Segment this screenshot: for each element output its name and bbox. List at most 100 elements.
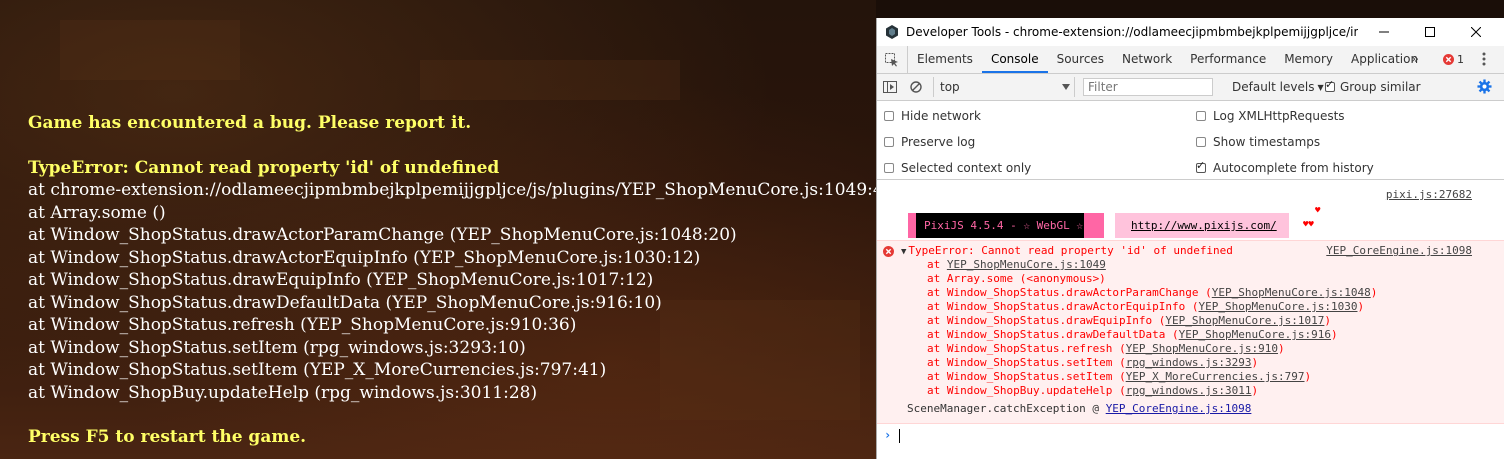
stack-line: at Window_ShopStatus.drawActorParamChang… [28,225,737,245]
more-options-icon[interactable] [1482,52,1486,66]
window-title: Developer Tools - chrome-extension://odl… [906,25,1358,39]
tab-network[interactable]: Network [1113,46,1181,73]
restart-hint: Press F5 to restart the game. [28,427,307,447]
stack-frame: at Window_ShopStatus.refresh (YEP_ShopMe… [927,342,1285,355]
background-texture [420,60,680,100]
clear-console-button[interactable] [903,74,929,100]
error-message-header[interactable]: ▼ TypeError: Cannot read property 'id' of… [901,244,1233,257]
pixi-badge-text: PixiJS 4.5.4 - ☆ WebGL ☆ [916,213,1084,238]
group-similar-toggle[interactable]: Group similar [1325,74,1421,100]
pixi-log-message: pixi.js:27682 PixiJS 4.5.4 - ☆ WebGL ☆ h… [877,180,1504,238]
stack-line: at Window_ShopStatus.drawDefaultData (YE… [28,292,662,313]
selected-context-label: Selected context only [901,161,1032,175]
stack-frame-link[interactable]: YEP_ShopMenuCore.js:1048 [1212,286,1371,299]
paren: ) [1278,342,1285,355]
expand-triangle-icon[interactable]: ▼ [901,247,906,257]
stack-frame: at Window_ShopStatus.drawEquipInfo (YEP_… [927,314,1331,327]
tab-performance[interactable]: Performance [1181,46,1275,73]
paren: ) [1331,328,1338,341]
stack-frame: at Window_ShopStatus.setItem (rpg_window… [927,356,1258,369]
filter-input[interactable] [1083,78,1213,96]
stack-line: at Window_ShopStatus.drawEquipInfo (YEP_… [28,270,654,290]
stack-frame-link[interactable]: YEP_ShopMenuCore.js:916 [1179,328,1331,341]
chevron-down-icon [1062,84,1070,90]
paren: ) [1251,356,1259,369]
catch-source-link[interactable]: YEP_CoreEngine.js:1098 [1106,402,1252,415]
stack-line: at Window_ShopStatus.refresh (YEP_ShopMe… [28,315,577,335]
show-timestamps-checkbox[interactable] [1196,137,1206,147]
context-selector[interactable]: top [933,77,1075,97]
pixi-source-link[interactable]: pixi.js:27682 [1386,188,1472,201]
stack-frame-function: at Window_ShopStatus.drawActorEquipInfo [927,300,1192,313]
tab-memory[interactable]: Memory [1275,46,1342,73]
stack-frame-function: at Window_ShopBuy.updateHelp [927,384,1120,397]
stack-frame-link[interactable]: YEP_ShopMenuCore.js:910 [1126,342,1278,355]
gear-icon[interactable] [1477,79,1492,94]
hide-network-checkbox[interactable] [884,111,894,121]
error-icon [1443,54,1454,65]
show-timestamps-option[interactable]: Show timestamps [1196,135,1320,149]
stack-frame-link[interactable]: rpg_windows.js:3011 [1126,384,1252,397]
catch-text: SceneManager.catchException @ [907,402,1106,415]
stack-frame-link[interactable]: YEP_ShopMenuCore.js:1049 [947,258,1106,271]
title-bar[interactable]: Developer Tools - chrome-extension://odl… [877,18,1504,46]
console-settings: Hide network Preserve log Selected conte… [877,101,1504,180]
inspect-element-button[interactable] [877,46,908,73]
tab-console[interactable]: Console [981,46,1048,73]
paren: ) [1251,384,1259,397]
hide-network-label: Hide network [901,109,981,123]
inspect-cursor-icon [885,52,898,66]
autocomplete-option[interactable]: Autocomplete from history [1196,159,1374,175]
console-prompt[interactable]: › [877,425,1504,447]
catch-exception-line: SceneManager.catchException @ YEP_CoreEn… [907,402,1251,415]
paren: ( [1119,342,1126,355]
tab-elements[interactable]: Elements [908,46,982,73]
selected-context-option[interactable]: Selected context only [884,161,1031,175]
stack-frame-link[interactable]: YEP_ShopMenuCore.js:1017 [1165,314,1324,327]
group-similar-label: Group similar [1340,80,1421,94]
preserve-log-checkbox[interactable] [884,137,894,147]
more-tabs-button[interactable]: » [1411,46,1419,73]
console-error-message[interactable]: ▼ TypeError: Cannot read property 'id' of… [877,240,1504,424]
prompt-chevron-icon: › [884,428,892,442]
error-header: Game has encountered a bug. Please repor… [28,113,472,133]
tab-sources[interactable]: Sources [1048,46,1113,73]
autocomplete-checkbox[interactable] [1196,159,1206,173]
stack-frame-link[interactable]: rpg_windows.js:3293 [1126,356,1252,369]
error-source-link[interactable]: YEP_CoreEngine.js:1098 [1326,244,1472,257]
stack-frame-function: at Window_ShopStatus.setItem [927,356,1120,369]
paren: ) [1304,370,1312,383]
stack-line: at Array.some () [28,202,166,223]
selected-context-checkbox[interactable] [884,163,894,173]
stack-frame: at Window_ShopStatus.drawActorParamChang… [927,286,1377,299]
stack-frame-function: at Window_ShopStatus.drawEquipInfo [927,314,1159,327]
paren: ) [1324,314,1331,327]
hide-network-option[interactable]: Hide network [884,109,981,123]
stack-frame-function: at Window_ShopStatus.refresh [927,342,1120,355]
stack-frame: at Window_ShopStatus.drawActorEquipInfo … [927,300,1364,313]
stack-frame-link[interactable]: YEP_ShopMenuCore.js:1030 [1199,300,1358,313]
error-counter[interactable]: 1 [1443,46,1464,73]
heart-icon: ♥♥ [1303,220,1314,230]
log-xhr-label: Log XMLHttpRequests [1213,109,1345,123]
stack-frame-link[interactable]: YEP_X_MoreCurrencies.js:797 [1126,370,1305,383]
error-type: TypeError: Cannot read property 'id' of … [28,157,500,178]
toggle-sidebar-button[interactable] [877,74,903,100]
log-levels-dropdown[interactable]: Default levels ▼ [1232,74,1324,100]
preserve-log-option[interactable]: Preserve log [884,135,975,149]
log-xhr-option[interactable]: Log XMLHttpRequests [1196,109,1345,123]
game-error-screen: Game has encountered a bug. Please repor… [0,0,876,459]
stack-frame-function: at Array.some (<anonymous>) [927,272,1106,285]
minimize-button[interactable] [1361,18,1407,46]
close-window-button[interactable] [1453,18,1499,46]
error-message: Game has encountered a bug. Please repor… [28,112,876,449]
log-xhr-checkbox[interactable] [1196,111,1206,121]
sidebar-icon [883,81,897,93]
error-message-text: TypeError: Cannot read property 'id' of … [908,244,1233,257]
pixi-url-link[interactable]: http://www.pixijs.com/ [1131,213,1277,238]
paren: ) [1370,286,1378,299]
maximize-button[interactable] [1407,18,1453,46]
group-similar-checkbox[interactable] [1325,78,1335,92]
stack-frame: at YEP_ShopMenuCore.js:1049 [927,258,1106,271]
chevron-down-icon: ▼ [1317,82,1324,92]
